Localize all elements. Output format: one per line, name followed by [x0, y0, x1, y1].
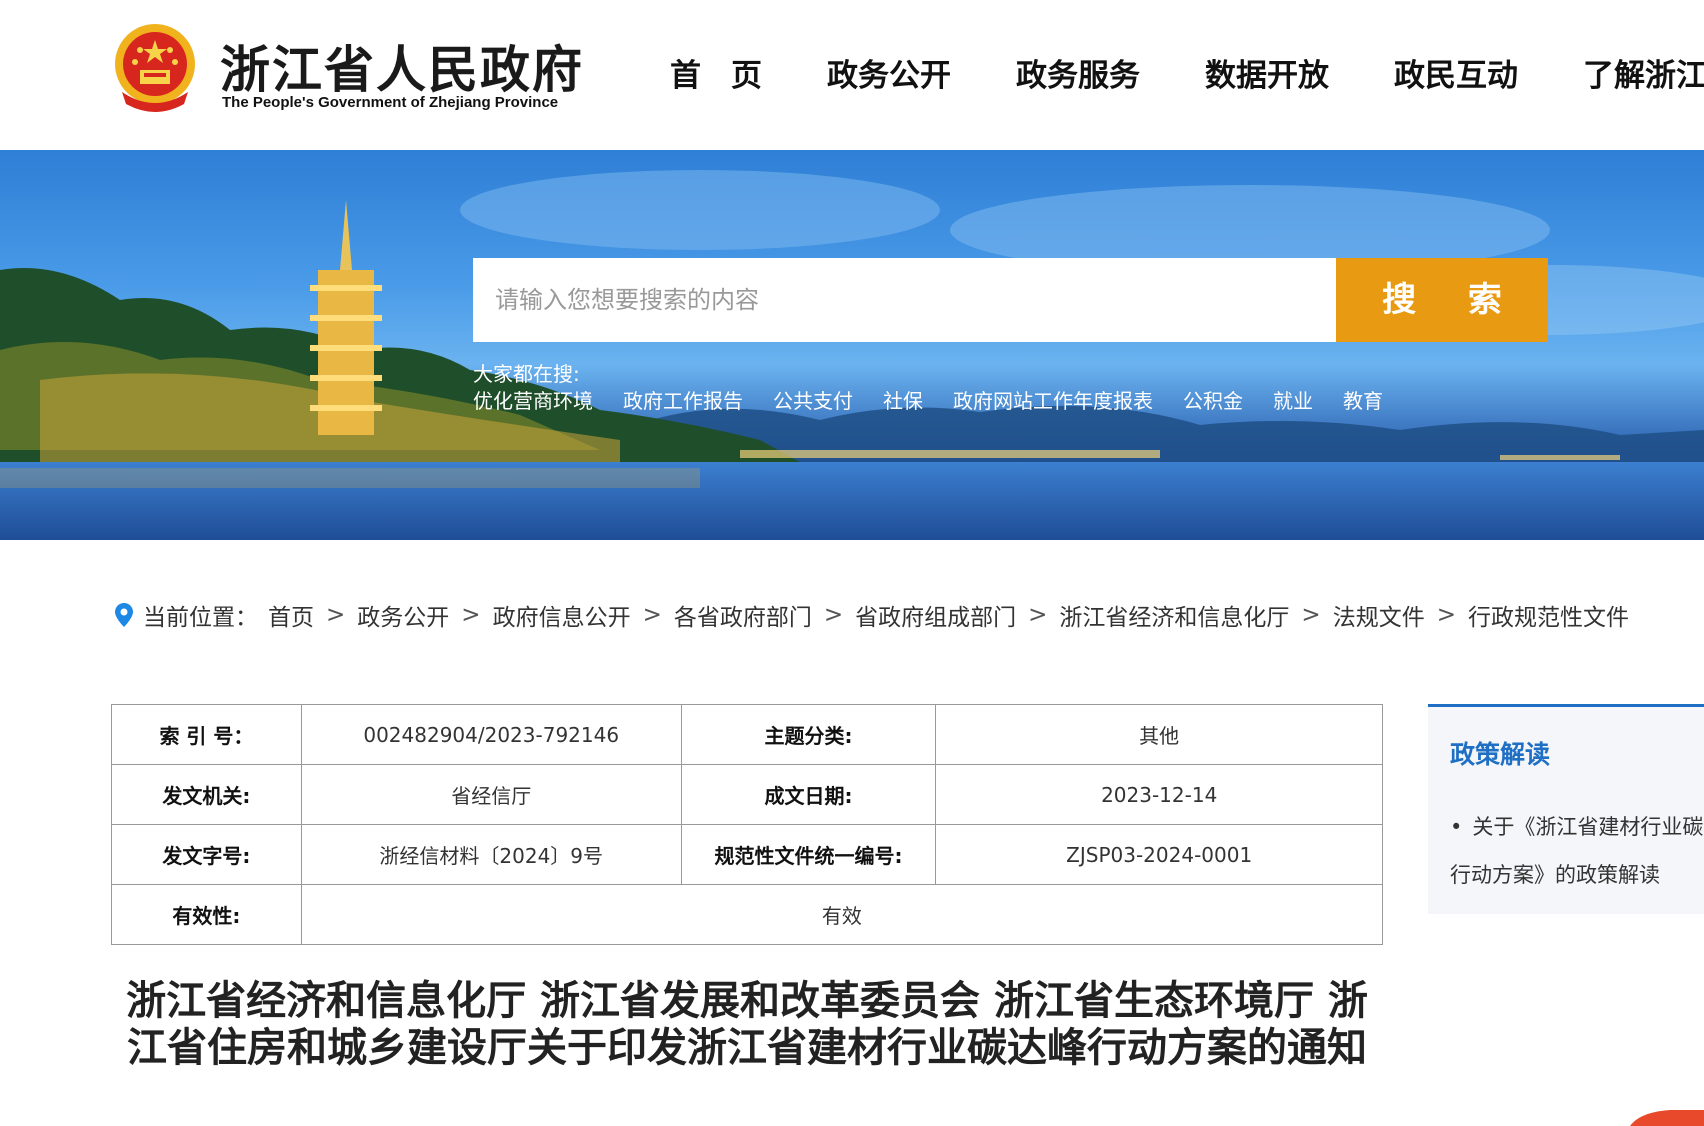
- issue-date-label: 成文日期:: [680, 764, 937, 825]
- hero-banner: 搜 索 大家都在搜: 优化营商环境 政府工作报告 公共支付 社保 政府网站工作年…: [0, 150, 1704, 540]
- breadcrumb-separator: >: [326, 602, 346, 628]
- breadcrumb-item-regulations[interactable]: 法规文件: [1333, 598, 1425, 632]
- hot-search-link[interactable]: 公共支付: [773, 385, 853, 414]
- nav-interaction[interactable]: 政民互动: [1394, 50, 1518, 95]
- breadcrumb-prefix: 当前位置：: [143, 605, 258, 631]
- site-title: 浙江省人民政府: [220, 40, 584, 99]
- breadcrumb-item-normative-documents[interactable]: 行政规范性文件: [1468, 598, 1629, 632]
- nav-government-affairs[interactable]: 政务公开: [827, 50, 951, 95]
- nav-home[interactable]: 首页: [670, 50, 792, 95]
- hot-search-list: 优化营商环境 政府工作报告 公共支付 社保 政府网站工作年度报表 公积金 就业 …: [473, 385, 1413, 414]
- breadcrumb-separator: >: [1028, 602, 1048, 628]
- breadcrumb-item-provincial-departments[interactable]: 各省政府部门: [674, 598, 812, 632]
- unified-code-label: 规范性文件统一编号:: [680, 824, 937, 885]
- search-box: [473, 258, 1336, 342]
- hot-search-link[interactable]: 优化营商环境: [473, 385, 593, 414]
- breadcrumb-item-home[interactable]: 首页: [268, 598, 314, 632]
- site-title-english: The People's Government of Zhejiang Prov…: [222, 94, 559, 111]
- topic-category-value: 其他: [935, 704, 1383, 765]
- site-header: 浙江省人民政府 The People's Government of Zheji…: [0, 0, 1704, 150]
- policy-interpretation-title: 政策解读: [1450, 740, 1551, 769]
- main-nav: 首页 政务公开 政务服务 数据开放 政民互动 了解浙江: [670, 50, 1704, 95]
- breadcrumb-item-economy-it-dept[interactable]: 浙江省经济和信息化厅: [1059, 598, 1289, 632]
- policy-interpretation-link[interactable]: •关于《浙江省建材行业碳达峰行动方案》的政策解读: [1450, 803, 1704, 899]
- bullet-icon: •: [1450, 815, 1463, 839]
- table-row: 发文字号: 浙经信材料〔2024〕9号 规范性文件统一编号: ZJSP03-20…: [111, 824, 1383, 885]
- breadcrumb-item-constituent-departments[interactable]: 省政府组成部门: [855, 598, 1016, 632]
- breadcrumb-separator: >: [1301, 602, 1321, 628]
- floating-widget-icon[interactable]: [1630, 1108, 1704, 1126]
- hot-search-link[interactable]: 政府网站工作年度报表: [953, 385, 1153, 414]
- document-number-value: 浙经信材料〔2024〕9号: [300, 824, 682, 885]
- policy-interpretation-link-text: 关于《浙江省建材行业碳达峰行动方案》的政策解读: [1450, 815, 1704, 887]
- index-number-label: 索 引 号：: [111, 704, 302, 765]
- hot-search-link[interactable]: 社保: [883, 385, 923, 414]
- west-lake-scenery-image: [0, 170, 1704, 540]
- table-row: 有效性: 有效: [111, 884, 1384, 945]
- breadcrumb-separator: >: [461, 602, 481, 628]
- search-button[interactable]: 搜 索: [1336, 258, 1548, 342]
- breadcrumb-separator: >: [823, 602, 844, 628]
- unified-code-value: ZJSP03-2024-0001: [935, 824, 1383, 885]
- table-row: 发文机关: 省经信厅 成文日期: 2023-12-14: [111, 764, 1383, 825]
- breadcrumb-separator: >: [642, 602, 662, 628]
- breadcrumb-item-info-disclosure[interactable]: 政府信息公开: [493, 598, 631, 632]
- national-emblem-icon: [115, 24, 195, 112]
- hot-search-link[interactable]: 就业: [1273, 385, 1313, 414]
- validity-label: 有效性:: [111, 884, 302, 945]
- document-title: 浙江省经济和信息化厅 浙江省发展和改革委员会 浙江省生态环境厅 浙江省住房和城乡…: [126, 978, 1368, 1071]
- index-number-value: 002482904/2023-792146: [300, 704, 682, 765]
- hot-search-link[interactable]: 公积金: [1183, 385, 1243, 414]
- hot-search-link[interactable]: 政府工作报告: [623, 385, 743, 414]
- location-pin-icon: [115, 603, 133, 627]
- nav-government-services[interactable]: 政务服务: [1016, 50, 1140, 95]
- validity-value: 有效: [300, 884, 1384, 945]
- issuer-label: 发文机关:: [111, 764, 302, 825]
- breadcrumb-separator: >: [1436, 602, 1456, 628]
- policy-interpretation-panel: 政策解读 •关于《浙江省建材行业碳达峰行动方案》的政策解读: [1428, 704, 1704, 914]
- nav-open-data[interactable]: 数据开放: [1205, 50, 1329, 95]
- issue-date-value: 2023-12-14: [935, 764, 1383, 825]
- breadcrumb: 当前位置： 首页 > 政务公开 > 政府信息公开 > 各省政府部门 > 省政府组…: [115, 598, 1629, 632]
- table-row: 索 引 号： 002482904/2023-792146 主题分类: 其他: [111, 704, 1383, 765]
- hot-search-link[interactable]: 教育: [1343, 385, 1383, 414]
- breadcrumb-item-government-affairs[interactable]: 政务公开: [357, 598, 449, 632]
- topic-category-label: 主题分类:: [680, 704, 937, 765]
- search-input[interactable]: [473, 258, 1336, 342]
- nav-about-zhejiang[interactable]: 了解浙江: [1583, 50, 1704, 95]
- issuer-value: 省经信厅: [300, 764, 682, 825]
- hot-search-label: 大家都在搜:: [473, 362, 580, 386]
- document-meta-table: 索 引 号： 002482904/2023-792146 主题分类: 其他 发文…: [111, 704, 1384, 945]
- document-number-label: 发文字号:: [111, 824, 302, 885]
